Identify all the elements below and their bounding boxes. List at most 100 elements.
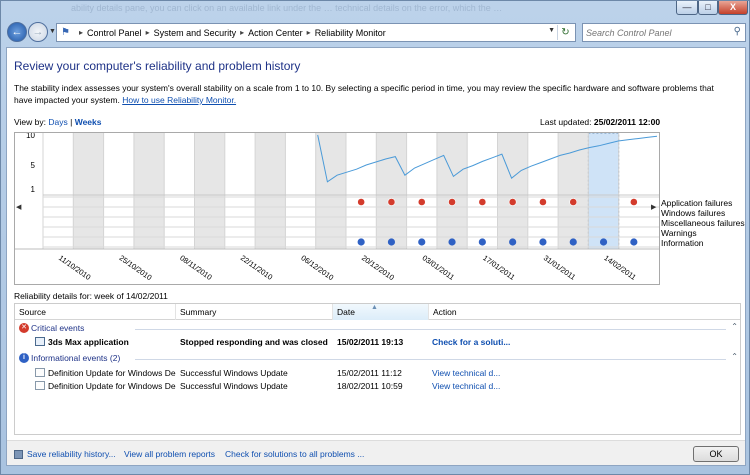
x-date-label: 20/12/2010 — [360, 253, 396, 282]
row-summary: Stopped responding and was closed — [180, 337, 328, 347]
view-by: View by: Days | Weeks — [14, 117, 101, 127]
information-event-icon — [387, 238, 396, 246]
row-source: 3ds Max application — [48, 337, 129, 347]
chart-scroll-right-icon[interactable]: ▶ — [651, 203, 656, 211]
chart-column-shade — [73, 133, 104, 249]
history-dropdown-icon[interactable]: ▼ — [49, 28, 56, 35]
information-event-icon — [478, 238, 486, 246]
row-summary: Successful Windows Update — [180, 368, 288, 378]
ok-button[interactable]: OK — [693, 446, 739, 462]
legend-warnings: Warnings — [661, 228, 697, 238]
column-date-label: Date — [337, 307, 355, 317]
chart-row-legend: Application failures Windows failures Mi… — [661, 198, 745, 248]
information-event-icon — [448, 238, 456, 246]
y-tick-label: 1 — [31, 185, 36, 194]
chart-column-shade — [315, 133, 346, 249]
x-date-label: 14/02/2011 — [602, 253, 637, 282]
chart-column-shade — [133, 133, 165, 249]
address-bar[interactable]: ⚑ ▸ Control Panel ▸ System and Security … — [56, 23, 576, 42]
view-weeks-link[interactable]: Weeks — [75, 117, 102, 127]
refresh-icon[interactable]: ↻ — [557, 25, 573, 40]
legend-windows-failures: Windows failures — [661, 208, 726, 218]
information-event-icon — [539, 238, 547, 246]
content-pane: Review your computer's reliability and p… — [6, 47, 746, 466]
information-event-icon — [418, 238, 426, 246]
description-text: The stability index assesses your system… — [14, 83, 714, 105]
update-document-icon — [35, 381, 45, 390]
application-window-icon — [35, 337, 45, 346]
column-action[interactable]: Action — [429, 304, 740, 320]
title-bar: ability details pane, you can click on a… — [1, 1, 750, 19]
breadcrumb-separator-icon[interactable]: ▸ — [146, 28, 150, 37]
breadcrumb-reliability-monitor[interactable]: Reliability Monitor — [315, 28, 386, 38]
update-document-icon — [35, 368, 45, 377]
details-table: Source Summary ▲ Date Action ✕ Critical … — [14, 303, 741, 435]
stability-chart[interactable]: 10 5 1 11/10/2010 25/10/2010 08/11/2010 22/11/… — [14, 132, 660, 285]
collapse-icon[interactable]: ⌃ — [731, 352, 738, 361]
row-source: Definition Update for Windows De... — [48, 381, 176, 391]
table-row[interactable]: Definition Update for Windows De... Succ… — [15, 380, 740, 393]
chart-column-shade — [436, 133, 468, 249]
group-divider — [135, 329, 726, 330]
x-date-label: 11/10/2010 — [57, 253, 92, 282]
minimize-button[interactable]: — — [676, 1, 698, 15]
breadcrumb-control-panel[interactable]: Control Panel — [87, 28, 142, 38]
application-failure-icon — [569, 198, 578, 206]
close-button[interactable]: X — [718, 1, 748, 15]
search-input[interactable] — [583, 24, 723, 41]
breadcrumb-system-security[interactable]: System and Security — [154, 28, 237, 38]
application-failure-icon — [478, 198, 487, 206]
information-event-icon — [599, 238, 608, 246]
reliability-monitor-window: ability details pane, you can click on a… — [0, 0, 750, 475]
check-solutions-link[interactable]: Check for solutions to all problems ... — [225, 449, 364, 459]
column-date[interactable]: ▲ Date — [333, 304, 429, 320]
save-history-link[interactable]: Save reliability history... — [27, 449, 116, 459]
group-divider — [135, 359, 726, 360]
chart-column-shade — [255, 133, 286, 249]
background-text: ability details pane, you can click on a… — [71, 3, 503, 13]
search-icon[interactable]: ⚲ — [734, 26, 741, 37]
view-technical-details-link[interactable]: View technical d... — [432, 368, 500, 378]
application-failure-icon — [357, 198, 366, 206]
back-button[interactable]: ← — [7, 22, 27, 42]
forward-button[interactable]: → — [28, 22, 48, 42]
footer-bar: Save reliability history... View all pro… — [7, 440, 745, 465]
view-days-link[interactable]: Days — [48, 117, 67, 127]
row-date: 15/02/2011 11:12 — [337, 368, 402, 378]
y-tick-label: 5 — [31, 161, 36, 170]
breadcrumb-action-center[interactable]: Action Center — [248, 28, 303, 38]
application-failure-icon — [448, 198, 456, 206]
row-date: 15/02/2011 19:13 — [337, 337, 404, 347]
breadcrumb-separator-icon[interactable]: ▸ — [307, 28, 311, 37]
table-row[interactable]: Definition Update for Windows De... Succ… — [15, 367, 740, 380]
x-date-label: 03/01/2011 — [421, 253, 456, 282]
critical-error-icon: ✕ — [19, 323, 29, 333]
legend-information: Information — [661, 238, 704, 248]
chart-scroll-left-icon[interactable]: ◀ — [16, 203, 21, 211]
application-failure-icon — [387, 198, 396, 206]
column-summary[interactable]: Summary — [176, 304, 333, 320]
breadcrumb-separator-icon[interactable]: ▸ — [240, 28, 244, 37]
breadcrumb-separator-icon[interactable]: ▸ — [79, 28, 83, 37]
search-box[interactable]: ⚲ — [582, 23, 746, 42]
information-event-icon — [357, 238, 365, 246]
chart-column-shade — [376, 133, 407, 249]
control-panel-icon: ⚑ — [61, 26, 70, 38]
chart-column-shade — [497, 133, 528, 249]
details-label: Reliability details for: week of 14/02/2… — [14, 291, 168, 301]
maximize-button[interactable]: □ — [698, 1, 718, 15]
informational-events-group[interactable]: i Informational events (2) ⌃ — [15, 352, 740, 365]
critical-events-group[interactable]: ✕ Critical events ⌃ — [15, 322, 740, 335]
check-solution-link[interactable]: Check for a soluti... — [432, 337, 510, 347]
view-technical-details-link[interactable]: View technical d... — [432, 381, 500, 391]
view-all-reports-link[interactable]: View all problem reports — [124, 449, 215, 459]
table-row[interactable]: 3ds Max application Stopped responding a… — [15, 336, 740, 349]
information-event-icon — [569, 238, 577, 246]
row-source: Definition Update for Windows De... — [48, 368, 176, 378]
info-group-label: Informational events (2) — [31, 353, 121, 363]
address-dropdown-icon[interactable]: ▼ — [548, 27, 555, 34]
collapse-icon[interactable]: ⌃ — [731, 322, 738, 331]
how-to-link[interactable]: How to use Reliability Monitor. — [122, 95, 236, 105]
selected-week-column — [587, 133, 620, 250]
column-source[interactable]: Source — [15, 304, 176, 320]
